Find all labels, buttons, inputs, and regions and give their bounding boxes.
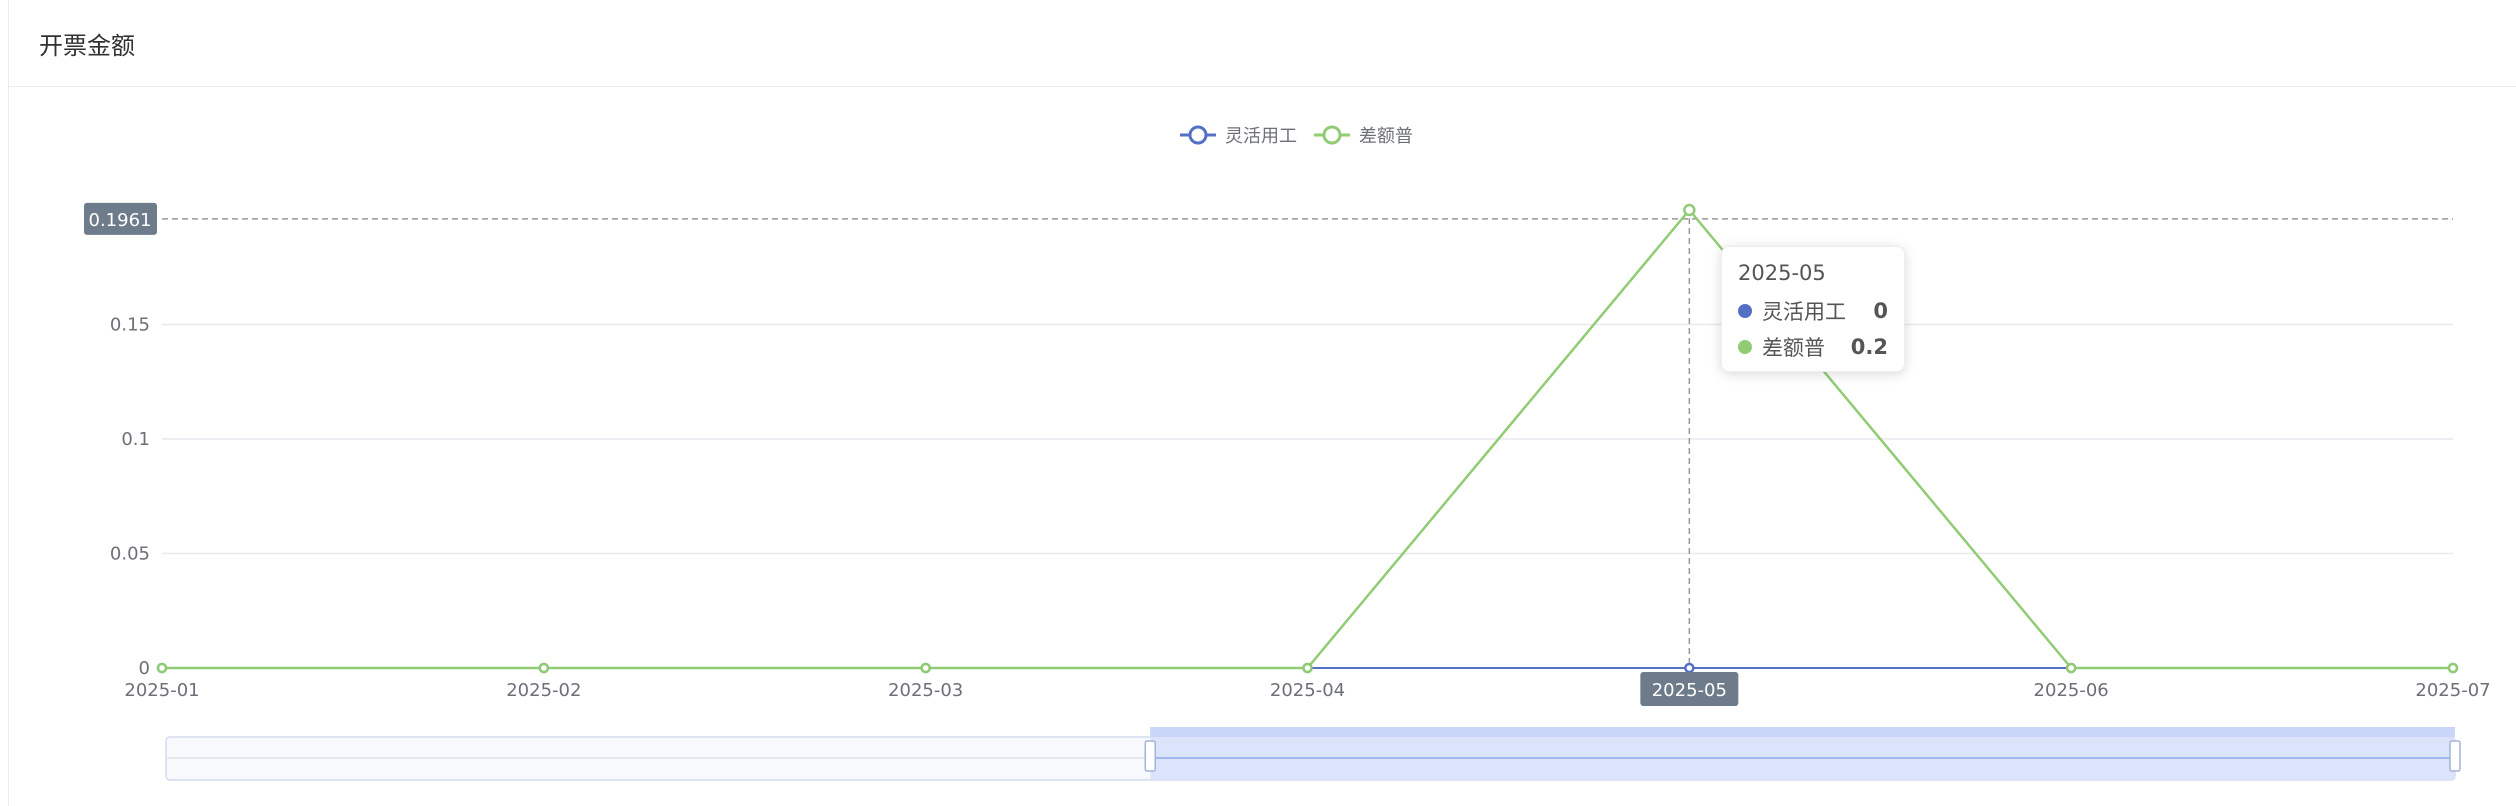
legend-marker[interactable]: [1188, 125, 1208, 145]
tooltip-series-name: 差额普: [1762, 336, 1825, 360]
datazoom-handle[interactable]: [2449, 740, 2461, 772]
data-point[interactable]: [2065, 662, 2077, 674]
x-tick-label: 2025-04: [1270, 680, 1345, 701]
data-point[interactable]: [920, 662, 931, 674]
x-tick-label: 2025-03: [888, 680, 963, 701]
line-chart[interactable]: 0 0.05 0.1 0.15 2025-01 2025-02 2025-03 2025-04…: [0, 0, 2516, 806]
datazoom-handle[interactable]: [1144, 740, 1157, 772]
tooltip-series-name: 灵活用工: [1762, 300, 1846, 324]
y-pointer-label: 0.1961: [89, 210, 152, 231]
x-tick-label: 2025-02: [506, 680, 581, 701]
data-point[interactable]: [1684, 662, 1695, 674]
y-tick-label: 0.1: [121, 429, 150, 450]
data-point[interactable]: [2447, 662, 2459, 674]
x-tick-label: 2025-07: [2415, 680, 2490, 701]
legend-marker[interactable]: [1322, 125, 1342, 145]
tooltip-series-value: 0: [1873, 299, 1888, 323]
tooltip-row: 差额普 0.2: [1738, 329, 1888, 365]
tooltip-title: 2025-05: [1738, 261, 1826, 285]
data-point[interactable]: [1302, 662, 1313, 674]
y-tick-label: 0.05: [110, 544, 150, 565]
x-pointer-label: 2025-05: [1652, 680, 1727, 701]
legend-label: 差额普: [1359, 126, 1413, 147]
y-tick-label: 0.15: [110, 315, 150, 336]
tooltip-row: 灵活用工 0: [1738, 293, 1888, 329]
data-point[interactable]: [156, 662, 168, 674]
y-tick-label: 0: [139, 658, 150, 679]
tooltip-series-value: 0.2: [1850, 335, 1888, 359]
x-tick-label: 2025-06: [2034, 680, 2109, 701]
data-point[interactable]: [538, 662, 550, 674]
tooltip-dot-cep: [1738, 340, 1752, 354]
data-point[interactable]: [1683, 203, 1696, 217]
tooltip-dot-lhyg: [1738, 304, 1752, 318]
datazoom-move-handle[interactable]: [1150, 727, 2455, 737]
legend-label: 灵活用工: [1225, 126, 1297, 147]
x-tick-label: 2025-01: [124, 680, 199, 701]
chart-tooltip: 2025-05 灵活用工 0 差额普 0.2: [1721, 246, 1905, 372]
